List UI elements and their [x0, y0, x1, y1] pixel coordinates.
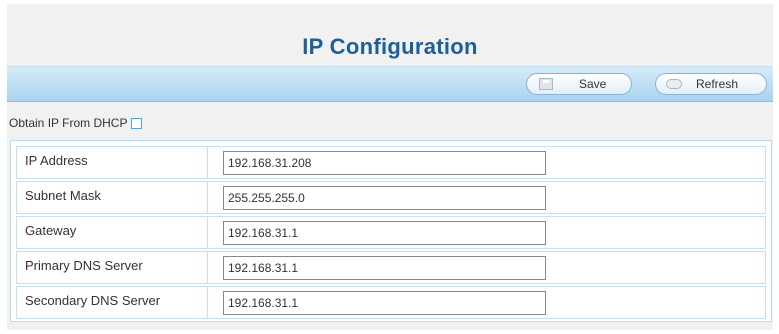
gateway-input[interactable]: 192.168.31.1 [223, 221, 546, 245]
ip-address-label: IP Address [17, 147, 208, 178]
dhcp-label: Obtain IP From DHCP [9, 116, 128, 130]
refresh-button[interactable]: Refresh [655, 73, 767, 95]
refresh-button-label: Refresh [696, 77, 739, 91]
subnet-mask-label: Subnet Mask [17, 182, 208, 213]
dhcp-checkbox[interactable] [131, 117, 143, 129]
dhcp-option: Obtain IP From DHCP [9, 116, 143, 130]
secondary-dns-input[interactable]: 192.168.31.1 [223, 291, 546, 315]
save-icon [539, 78, 553, 90]
ip-address-input[interactable]: 192.168.31.208 [223, 151, 546, 175]
form-row-primary-dns: Primary DNS Server 192.168.31.1 [16, 251, 766, 284]
form-row-gateway: Gateway 192.168.31.1 [16, 216, 766, 249]
ip-settings-form: IP Address 192.168.31.208 Subnet Mask 25… [10, 140, 772, 322]
form-row-subnet-mask: Subnet Mask 255.255.255.0 [16, 181, 766, 214]
primary-dns-input[interactable]: 192.168.31.1 [223, 256, 546, 280]
toolbar: Save Refresh [7, 66, 773, 102]
config-panel: IP Configuration Save Refresh Obtain IP … [7, 4, 773, 330]
save-button-label: Save [579, 77, 607, 91]
form-row-ip-address: IP Address 192.168.31.208 [16, 146, 766, 179]
page-title: IP Configuration [302, 34, 478, 59]
secondary-dns-label: Secondary DNS Server [17, 287, 208, 318]
primary-dns-label: Primary DNS Server [17, 252, 208, 283]
form-row-secondary-dns: Secondary DNS Server 192.168.31.1 [16, 286, 766, 319]
gateway-label: Gateway [17, 217, 208, 248]
subnet-mask-input[interactable]: 255.255.255.0 [223, 186, 546, 210]
refresh-icon [666, 79, 682, 89]
save-button[interactable]: Save [526, 73, 632, 95]
